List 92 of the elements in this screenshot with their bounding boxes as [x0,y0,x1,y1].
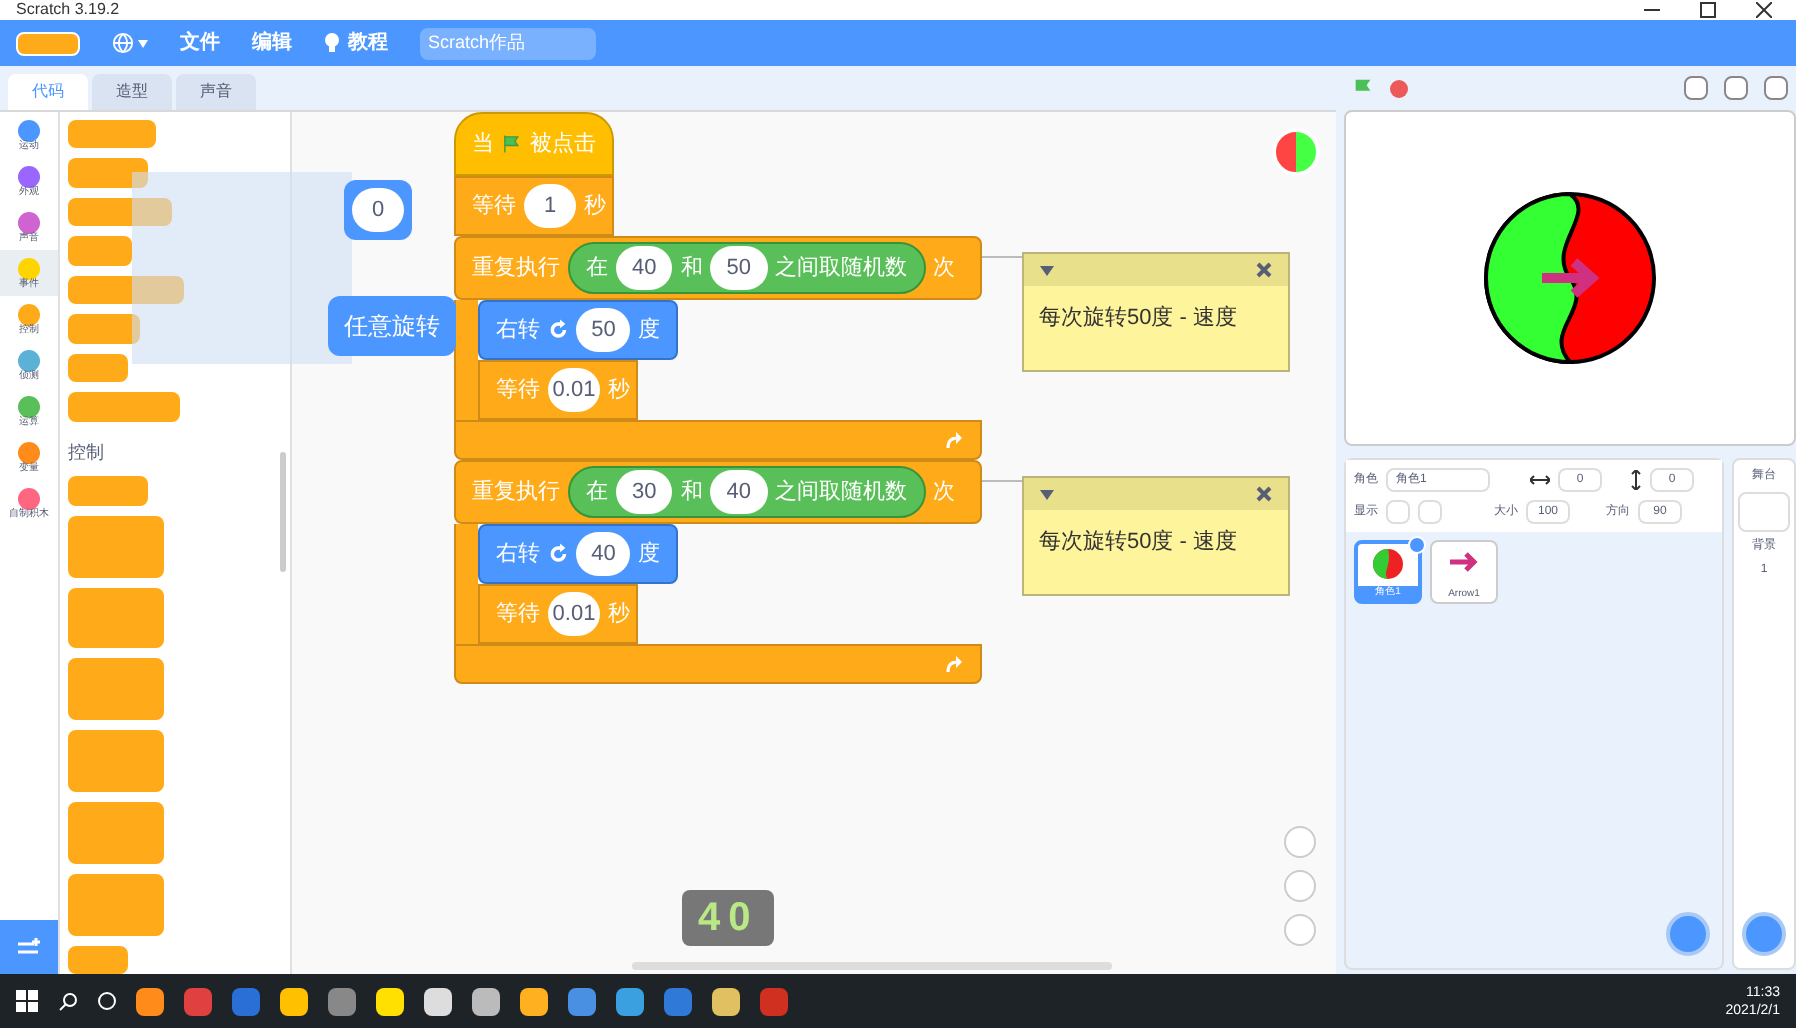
block-label: 右转 [496,315,540,346]
block-label: 当 [472,129,494,160]
block-label: 等待 [496,375,540,406]
delete-sprite-icon[interactable] [1408,536,1426,554]
block-label: 次 [933,477,955,508]
number-input[interactable]: 0.01 [548,368,600,412]
block-label: 次 [933,253,955,284]
taskbar-app-icon[interactable] [520,987,548,1015]
extension-icon [17,937,41,957]
collapse-caret-icon[interactable] [1039,265,1053,275]
task-view-icon[interactable] [98,992,116,1010]
block-label: 右转 [496,539,540,570]
number-input[interactable]: 40 [710,470,767,514]
wait-block[interactable]: 等待 0.01 秒 [478,584,638,644]
turn-right-block[interactable]: 右转 50 度 [478,300,678,360]
block-label: 秒 [608,375,630,406]
comment-text: 每次旋转50度 - 速度 [1037,303,1240,334]
number-input[interactable]: 50 [576,308,630,352]
block-label: 之间取随机数 [775,477,907,508]
search-icon[interactable] [58,991,78,1011]
editor-tab[interactable]: 声音 [176,74,256,110]
taskbar-app-icon[interactable] [568,987,596,1015]
taskbar-app-icon[interactable] [376,987,404,1015]
taskbar-app-icon[interactable] [136,987,164,1015]
taskbar-app-icon[interactable] [424,987,452,1015]
block-label: 秒 [584,191,606,222]
lightbulb-icon [324,32,340,54]
block-label: 度 [638,315,660,346]
close-icon[interactable] [1756,2,1772,18]
block-label: 等待 [496,599,540,630]
number-input[interactable]: 40 [616,246,673,290]
number-input[interactable]: 30 [616,470,673,514]
add-backdrop-button[interactable] [1742,912,1786,956]
circle-sprite-icon [1372,548,1404,580]
collapse-caret-icon[interactable] [1039,489,1053,499]
comment-note[interactable]: 每次旋转50度 - 速度 [1021,476,1289,596]
block-label: 被点击 [530,129,596,160]
vertical-arrows-icon [1630,470,1642,490]
comment-connector [981,480,1021,482]
windows-start-icon[interactable] [16,990,38,1012]
add-extension-button[interactable] [0,920,58,974]
taskbar-app-icon[interactable] [280,987,308,1015]
stage-thumbnail[interactable] [1738,492,1790,532]
window-title: Scratch 3.19.2 [16,2,120,18]
comment-text: 每次旋转50度 - 速度 [1037,527,1240,558]
editor-tab[interactable]: 造型 [92,74,172,110]
turn-right-block[interactable]: 右转 40 度 [478,524,678,584]
repeat-block[interactable]: 重复执行 在 30 和 40 之间取随机数 次 [454,460,981,524]
block-label: 重复执行 [472,253,560,284]
taskbar-app-icon[interactable] [616,987,644,1015]
block-label: 之间取随机数 [775,253,907,284]
loop-arrow-icon [943,430,963,450]
loop-arrow-icon [943,654,963,674]
block-label: 度 [638,539,660,570]
stop-icon[interactable] [1390,79,1408,97]
block-label: 在 [586,477,608,508]
flag-icon [502,130,522,158]
number-input[interactable]: 0.01 [548,592,600,636]
sprite-thumbnail-icon [1272,128,1320,176]
rotate-clockwise-icon [548,542,569,566]
maximize-icon[interactable] [1700,2,1716,18]
number-input[interactable]: 40 [576,532,630,576]
block-label: 等待 [472,191,516,222]
block-label: 和 [680,477,703,508]
scrollbar-thumb[interactable] [280,452,286,572]
taskbar-app-icon[interactable] [472,987,500,1015]
arrow-sprite-icon [1448,550,1480,574]
palette-block[interactable] [68,945,128,975]
block-label: 和 [680,253,703,284]
show-sprite-toggle[interactable] [1386,500,1410,524]
number-input[interactable]: 1 [524,184,576,228]
caret-icon [138,39,148,47]
block-label: 秒 [608,599,630,630]
number-input[interactable]: 50 [710,246,767,290]
comment-connector [981,256,1021,258]
comment-note[interactable]: 每次旋转50度 - 速度 [1021,252,1289,372]
logo-icon[interactable] [16,31,80,55]
repeat-block[interactable]: 重复执行 在 40 和 50 之间取随机数 次 [454,236,981,300]
hide-sprite-toggle[interactable] [1418,500,1442,524]
block-label: 在 [586,253,608,284]
add-sprite-button[interactable] [1666,912,1710,956]
globe-icon[interactable] [112,32,134,54]
wait-block[interactable]: 等待 0.01 秒 [478,360,638,420]
variable-monitor: 40 [682,890,775,946]
wait-block[interactable]: 等待 1 秒 [454,176,614,236]
block-label: 重复执行 [472,477,560,508]
random-number-block[interactable]: 在 40 和 50 之间取随机数 [568,242,925,294]
random-number-block[interactable]: 在 30 和 40 之间取随机数 [568,466,925,518]
rotate-clockwise-icon [548,318,569,342]
taskbar-app-icon[interactable] [712,987,740,1015]
horizontal-arrows-icon [1530,474,1550,486]
palette-heading: 控制 [68,439,106,466]
